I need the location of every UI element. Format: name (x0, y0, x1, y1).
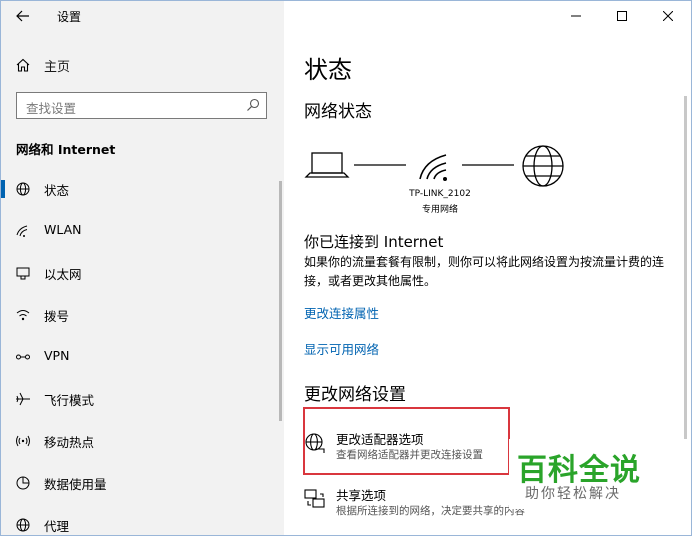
page-title: 状态 (304, 56, 352, 84)
network-type: 专用网络 (421, 205, 458, 215)
connected-description: 如果你的流量套餐有限制，则你可以将此网络设置为按流量计费的连接，或者更改其他属性… (304, 255, 665, 288)
sidebar-item-label: WLAN (44, 222, 82, 237)
sidebar-item-label: 代理 (44, 519, 70, 534)
change-settings-heading: 更改网络设置 (304, 385, 406, 405)
sidebar-item-ethernet[interactable]: 以太网 (1, 257, 279, 287)
home-icon (16, 58, 30, 72)
watermark-sub-text: 助你轻松解决 (525, 486, 621, 502)
search-placeholder: 查找设置 (26, 101, 77, 116)
sidebar-item-wlan[interactable]: WLAN (1, 215, 279, 245)
section-title: 网络和 Internet (16, 142, 116, 157)
sidebar-item-proxy[interactable]: 代理 (1, 509, 279, 535)
sidebar-item-label: 移动热点 (44, 435, 95, 450)
globe-proxy-icon (16, 518, 30, 532)
active-indicator (1, 180, 5, 198)
dial-up-icon (16, 310, 30, 321)
sidebar-item-label: 拨号 (44, 309, 70, 324)
sidebar-item-label: VPN (44, 348, 70, 363)
sidebar-item-label: 飞行模式 (44, 393, 95, 408)
window-controls (553, 1, 691, 31)
network-diagram: TP-LINK_2102 专用网络 (304, 143, 574, 223)
laptop-icon (304, 152, 350, 178)
show-available-networks-link[interactable]: 显示可用网络 (304, 339, 379, 358)
network-ssid: TP-LINK_2102 (409, 189, 471, 199)
ethernet-icon (16, 267, 30, 280)
internet-globe-icon (522, 145, 564, 187)
sidebar-item-data-usage[interactable]: 数据使用量 (1, 467, 279, 497)
option-title: 共享选项 (336, 488, 387, 503)
hotspot-icon (16, 435, 30, 447)
back-arrow-icon (16, 10, 29, 22)
sidebar-item-label: 数据使用量 (44, 477, 107, 492)
sidebar-item-airplane[interactable]: 飞行模式 (1, 383, 279, 413)
data-usage-icon (16, 476, 30, 490)
back-button[interactable] (11, 5, 35, 27)
sidebar-item-label: 以太网 (44, 267, 82, 282)
app-title: 设置 (57, 10, 82, 24)
airplane-icon (16, 392, 30, 406)
sidebar-item-status[interactable]: 状态 (1, 173, 279, 203)
title-bar: 设置 (1, 1, 284, 31)
sidebar-item-dialup[interactable]: 拨号 (1, 299, 279, 329)
change-connection-properties-link[interactable]: 更改连接属性 (304, 303, 379, 322)
settings-window: 设置 主页 查找设置 网络和 Internet 状态 WLAN 以太网 拨号 V… (0, 0, 692, 536)
maximize-icon (617, 11, 627, 21)
close-icon (663, 11, 673, 21)
sidebar-item-hotspot[interactable]: 移动热点 (1, 425, 279, 455)
minimize-icon (571, 15, 581, 17)
minimize-button[interactable] (553, 1, 599, 31)
sidebar-item-home[interactable]: 主页 (1, 51, 284, 79)
search-icon (247, 98, 260, 111)
network-diagram-graphic (304, 145, 564, 187)
wifi-icon (16, 225, 28, 237)
annotation-highlight-box (303, 407, 510, 475)
sidebar-scrollbar[interactable] (279, 181, 282, 421)
search-input[interactable]: 查找设置 (16, 92, 267, 119)
wifi-signal-icon (419, 154, 447, 181)
globe-status-icon (16, 182, 30, 196)
sidebar-item-vpn[interactable]: VPN (1, 341, 279, 371)
option-subtitle: 根据所连接到的网络，决定要共享的内容 (336, 505, 525, 517)
maximize-button[interactable] (599, 1, 645, 31)
watermark: 百科全说 助你轻松解决 (509, 439, 691, 509)
sidebar-item-label: 状态 (44, 183, 70, 198)
home-label: 主页 (44, 60, 71, 75)
network-status-heading: 网络状态 (304, 102, 372, 122)
vpn-icon (16, 354, 30, 360)
sidebar: 设置 主页 查找设置 网络和 Internet 状态 WLAN 以太网 拨号 V… (1, 1, 284, 535)
close-button[interactable] (645, 1, 691, 31)
connected-title: 你已连接到 Internet (304, 233, 444, 251)
sharing-icon (304, 489, 325, 508)
